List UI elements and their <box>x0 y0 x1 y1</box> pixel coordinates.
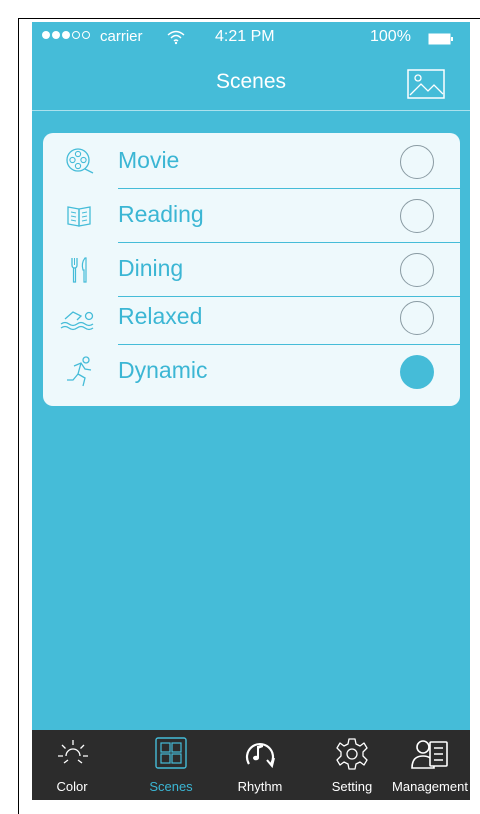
scene-radio-dining[interactable] <box>400 253 434 287</box>
screenshot-frame: carrier 4:21 PM 100% Scenes Movie Readin… <box>0 0 480 814</box>
scene-radio-movie[interactable] <box>400 145 434 179</box>
navigation-bar: Scenes <box>32 58 470 111</box>
tab-color[interactable]: Color <box>32 730 112 800</box>
page-title: Scenes <box>215 70 287 93</box>
scenes-list: Movie Reading Dining Relaxed Dynamic <box>43 133 460 406</box>
frame-border-left <box>18 18 19 814</box>
status-bar: carrier 4:21 PM 100% <box>32 22 470 58</box>
scene-label: Relaxed <box>118 303 203 329</box>
carrier-name: carrier <box>100 28 143 45</box>
scene-label: Reading <box>118 201 204 227</box>
scene-label: Dynamic <box>118 357 208 383</box>
tab-label: Management <box>392 779 468 794</box>
wifi-icon <box>167 30 185 45</box>
runner-icon <box>67 356 92 387</box>
tab-management[interactable]: Management <box>390 730 470 800</box>
tab-scenes[interactable]: Scenes <box>128 730 214 800</box>
fork-knife-icon <box>71 257 87 283</box>
scene-row-reading[interactable]: Reading <box>43 189 460 243</box>
sun-icon <box>58 740 88 764</box>
image-icon[interactable] <box>406 68 446 100</box>
scene-radio-reading[interactable] <box>400 199 434 233</box>
tab-setting[interactable]: Setting <box>312 730 392 800</box>
tab-rhythm[interactable]: Rhythm <box>220 730 300 800</box>
scene-label: Movie <box>118 147 180 173</box>
film-reel-icon <box>66 148 94 174</box>
scene-row-dynamic[interactable]: Dynamic <box>43 345 460 399</box>
phone-screen: carrier 4:21 PM 100% Scenes Movie Readin… <box>32 22 470 800</box>
battery-percentage: 100% <box>370 28 411 45</box>
status-time: 4:21 PM <box>215 28 275 45</box>
music-note-icon <box>245 743 275 769</box>
scene-radio-dynamic[interactable] <box>400 355 434 389</box>
contact-card-icon <box>411 740 448 769</box>
tab-label: Color <box>56 779 88 794</box>
battery-icon <box>428 33 453 45</box>
tab-bar: Color Scenes Rhythm Setting Management <box>32 730 470 800</box>
scene-label: Dining <box>118 255 184 281</box>
scene-row-movie[interactable]: Movie <box>43 135 460 189</box>
book-icon <box>67 206 91 227</box>
gear-icon <box>336 738 368 770</box>
tab-label: Setting <box>331 779 373 794</box>
scene-radio-relaxed[interactable] <box>400 301 434 335</box>
tab-label: Rhythm <box>237 779 283 794</box>
tab-label: Scenes <box>149 779 193 794</box>
frame-border-top <box>18 18 480 19</box>
scene-row-relaxed[interactable]: Relaxed <box>43 291 460 345</box>
scene-row-dining[interactable]: Dining <box>43 243 460 297</box>
signal-strength-icon <box>42 31 90 39</box>
grid-icon <box>155 737 187 769</box>
swimmer-icon <box>60 311 94 331</box>
